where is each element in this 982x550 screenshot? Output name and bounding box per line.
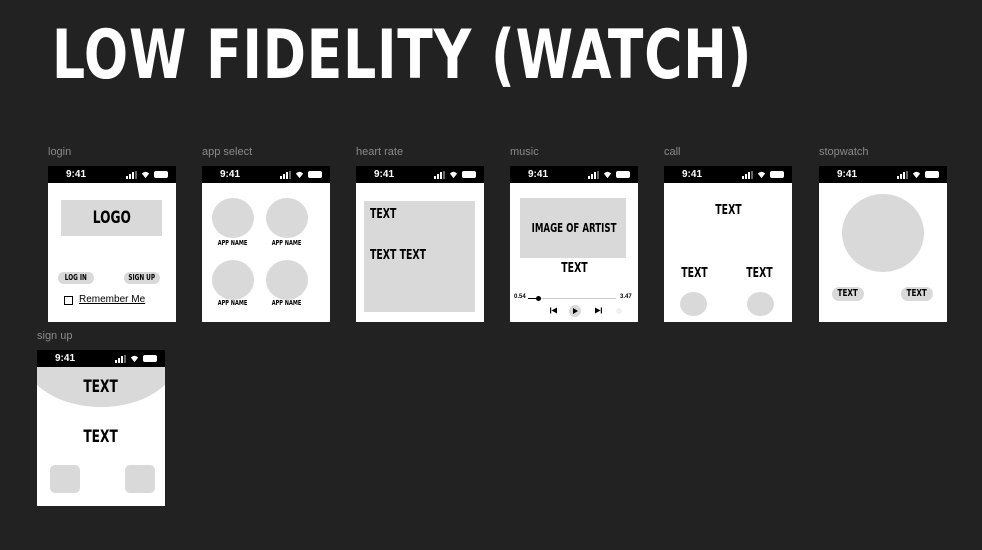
wifi-icon [757, 171, 766, 179]
status-time: 9:41 [837, 169, 858, 180]
heart-rate-text: TEXT [370, 207, 397, 222]
watch-screen-sign-up: 9:41 TEXT TEXT [37, 350, 165, 506]
watch-screen-music: 9:41 IMAGE OF ARTIST TEXT 0.54 3.47 [510, 166, 638, 322]
battery-icon [770, 171, 784, 178]
stopwatch-left-button[interactable]: TEXT [832, 287, 864, 301]
remember-me-label[interactable]: Remember Me [79, 294, 145, 305]
sign-up-left-button[interactable] [50, 465, 80, 493]
accept-button[interactable] [747, 292, 774, 316]
app-name: APP NAME [272, 299, 302, 307]
battery-icon [616, 171, 630, 178]
elapsed-time: 0.54 [514, 294, 526, 300]
sign-up-right-button[interactable] [125, 465, 155, 493]
accept-label: TEXT [745, 266, 773, 281]
page-title: LOW FIDELITY (WATCH) [52, 16, 753, 95]
status-time: 9:41 [66, 169, 87, 180]
status-bar: 9:41 [510, 166, 638, 183]
battery-icon [154, 171, 168, 178]
frame-label-login: login [48, 146, 72, 158]
signup-button[interactable]: SIGN UP [124, 272, 160, 284]
wifi-icon [603, 171, 612, 179]
signal-icon [115, 354, 126, 363]
battery-icon [462, 171, 476, 178]
status-bar: 9:41 [48, 166, 176, 183]
battery-icon [143, 355, 157, 362]
frame-label-app-select: app select [202, 146, 253, 158]
previous-icon[interactable] [550, 307, 557, 314]
watch-screen-call: 9:41 TEXT TEXT TEXT [664, 166, 792, 322]
signal-icon [434, 170, 445, 179]
app-icon[interactable] [212, 260, 254, 300]
status-bar: 9:41 [664, 166, 792, 183]
status-bar: 9:41 [356, 166, 484, 183]
login-button[interactable]: LOG IN [58, 272, 94, 284]
artist-image-label: IMAGE OF ARTIST [531, 221, 617, 235]
progress-track[interactable] [528, 296, 616, 301]
app-icon[interactable] [266, 198, 308, 238]
signal-icon [126, 170, 137, 179]
stopwatch-dial [842, 194, 924, 272]
signal-icon [280, 170, 291, 179]
app-icon[interactable] [212, 198, 254, 238]
play-icon [573, 308, 578, 314]
watch-screen-stopwatch: 9:41 TEXT TEXT [819, 166, 947, 322]
watch-screen-heart-rate: 9:41 TEXT TEXT TEXT [356, 166, 484, 322]
caller-name: TEXT [714, 203, 742, 218]
stopwatch-right-label: TEXT [906, 288, 928, 299]
app-name: APP NAME [272, 239, 302, 247]
signup-button-label: SIGN UP [128, 273, 156, 282]
watch-screen-login: 9:41 LOGO LOG IN SIGN UP Remember Me [48, 166, 176, 322]
total-time: 3.47 [620, 294, 632, 300]
sign-up-title: TEXT [83, 377, 119, 397]
status-time: 9:41 [55, 353, 76, 364]
next-icon[interactable] [595, 307, 602, 314]
wifi-icon [449, 171, 458, 179]
logo-text: LOGO [92, 208, 131, 228]
status-bar: 9:41 [819, 166, 947, 183]
stopwatch-right-button[interactable]: TEXT [901, 287, 933, 301]
status-time: 9:41 [220, 169, 241, 180]
progress-knob[interactable] [536, 296, 542, 301]
login-button-label: LOG IN [64, 273, 88, 282]
status-bar: 9:41 [37, 350, 165, 367]
frame-label-call: call [664, 146, 681, 158]
wifi-icon [295, 171, 304, 179]
sign-up-text: TEXT [83, 427, 119, 447]
status-time: 9:41 [528, 169, 549, 180]
heart-rate-value: TEXT TEXT [370, 248, 427, 263]
signal-icon [742, 170, 753, 179]
remember-checkbox[interactable] [64, 296, 73, 305]
signal-icon [897, 170, 908, 179]
volume-dot[interactable] [616, 308, 622, 314]
wifi-icon [912, 171, 921, 179]
frame-label-stopwatch: stopwatch [819, 146, 869, 158]
frame-label-music: music [510, 146, 539, 158]
signal-icon [588, 170, 599, 179]
decline-label: TEXT [680, 266, 708, 281]
battery-icon [308, 171, 322, 178]
app-name: APP NAME [218, 299, 248, 307]
watch-screen-app-select: 9:41 APP NAME APP NAME APP NAME APP NAME [202, 166, 330, 322]
wifi-icon [130, 355, 139, 363]
frame-label-heart-rate: heart rate [356, 146, 404, 158]
frame-label-sign-up: sign up [37, 330, 73, 342]
app-name: APP NAME [218, 239, 248, 247]
status-bar: 9:41 [202, 166, 330, 183]
wifi-icon [141, 171, 150, 179]
song-title: TEXT [560, 261, 588, 276]
stopwatch-left-label: TEXT [837, 288, 859, 299]
status-time: 9:41 [682, 169, 703, 180]
status-time: 9:41 [374, 169, 395, 180]
decline-button[interactable] [680, 292, 707, 316]
app-icon[interactable] [266, 260, 308, 300]
play-button[interactable] [569, 305, 581, 317]
battery-icon [925, 171, 939, 178]
